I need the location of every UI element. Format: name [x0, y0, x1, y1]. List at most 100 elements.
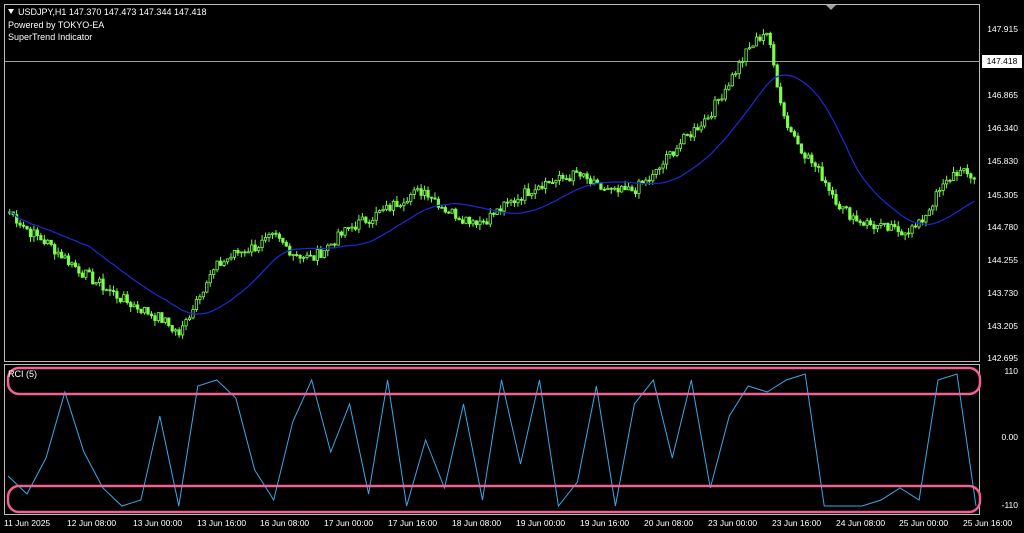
candle-body	[969, 173, 973, 179]
candle-body	[557, 175, 562, 181]
candle-body	[174, 329, 178, 332]
candle-body	[374, 211, 378, 221]
candle-body	[720, 98, 724, 101]
candle-body	[315, 249, 320, 261]
candle-body	[758, 36, 762, 41]
price-chart[interactable]	[0, 0, 1024, 533]
candle-body	[813, 162, 817, 167]
candle-body	[253, 244, 257, 252]
candle-body	[561, 175, 565, 179]
candle-body	[713, 99, 717, 117]
candle-body	[671, 151, 676, 156]
candle-body	[789, 127, 793, 132]
candle-body	[903, 232, 907, 236]
candle-body	[481, 220, 485, 223]
candle-body	[782, 102, 786, 117]
candle-body	[543, 180, 548, 189]
candle-body	[889, 224, 893, 231]
candle-body	[42, 239, 46, 244]
candle-body	[353, 226, 358, 230]
current-price-tag: 147.418	[982, 55, 1022, 68]
candle-body	[920, 219, 925, 223]
candle-body	[270, 232, 275, 235]
candle-body	[945, 179, 949, 185]
candle-body	[215, 260, 219, 271]
candle-body	[336, 231, 340, 246]
candle-body	[471, 220, 475, 225]
candle-body	[678, 143, 683, 149]
candle-body	[530, 193, 534, 196]
candle-body	[685, 133, 689, 136]
time-axis-label: 25 Jun 16:00	[963, 518, 1013, 528]
candle-body	[806, 154, 810, 159]
time-axis-label: 11 Jun 2025	[4, 518, 51, 528]
candle-body	[830, 190, 835, 195]
candle-body	[516, 198, 520, 204]
candle-body	[35, 229, 39, 236]
candle-body	[651, 174, 655, 182]
candle-body	[402, 202, 406, 207]
candle-body	[118, 297, 122, 303]
candle-body	[122, 294, 126, 303]
rci-oversold-highlight	[6, 484, 982, 514]
candle-body	[136, 304, 140, 310]
candle-body	[108, 289, 112, 292]
rci-axis-label: 0.00	[1001, 432, 1018, 442]
candle-body	[384, 204, 389, 210]
candle-body	[941, 183, 945, 191]
candle-body	[893, 224, 897, 228]
candle-body	[900, 231, 904, 236]
candle-body	[49, 239, 53, 245]
candle-body	[709, 115, 714, 119]
time-axis-label: 23 Jun 16:00	[772, 518, 822, 528]
candle-body	[741, 61, 745, 63]
candle-body	[398, 205, 402, 208]
candle-body	[433, 197, 437, 200]
candle-body	[257, 247, 261, 252]
candle-body	[419, 188, 423, 196]
candle-body	[308, 254, 313, 257]
candle-body	[910, 225, 914, 234]
price-axis-label: 145.305	[987, 190, 1018, 200]
time-axis-label: 24 Jun 08:00	[836, 518, 886, 528]
candle-body	[547, 180, 551, 184]
time-axis-label: 18 Jun 08:00	[452, 518, 502, 528]
candle-body	[820, 166, 824, 182]
candle-body	[405, 201, 409, 204]
candle-body	[422, 189, 427, 196]
candle-body	[620, 185, 624, 193]
candle-body	[824, 180, 828, 184]
candle-body	[21, 224, 26, 227]
candle-body	[875, 224, 880, 230]
chart-shift-marker[interactable]	[826, 5, 836, 10]
candle-body	[440, 206, 444, 209]
candle-body	[540, 185, 544, 189]
candle-body	[322, 250, 326, 258]
candle-body	[263, 237, 268, 241]
candle-body	[848, 207, 852, 220]
candle-body	[803, 152, 807, 159]
candle-body	[32, 229, 36, 238]
candle-body	[59, 251, 64, 259]
candle-body	[187, 317, 192, 321]
candle-body	[602, 188, 606, 191]
candle-body	[948, 179, 952, 182]
price-axis-label: 145.830	[987, 156, 1018, 166]
candle-body	[208, 274, 212, 284]
candle-body	[599, 182, 603, 190]
price-axis-label: 144.780	[987, 222, 1018, 232]
candle-body	[160, 312, 164, 323]
candle-body	[502, 201, 506, 212]
candle-body	[426, 189, 430, 198]
candle-body	[716, 98, 721, 101]
candle-body	[751, 45, 755, 49]
candle-body	[450, 208, 454, 214]
candle-body	[170, 325, 174, 332]
candle-body	[333, 243, 337, 246]
candle-body	[872, 224, 876, 230]
candle-body	[924, 214, 928, 223]
candle-body	[675, 147, 679, 156]
candle-body	[295, 254, 299, 256]
time-axis-label: 13 Jun 00:00	[133, 518, 183, 528]
price-panel-border	[4, 4, 980, 362]
